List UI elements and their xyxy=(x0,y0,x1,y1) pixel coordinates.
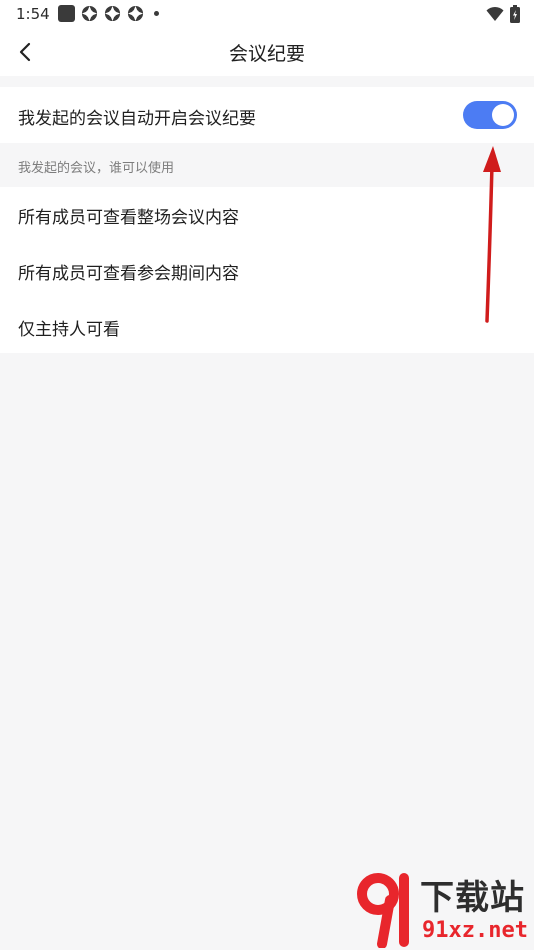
section-caption: 我发起的会议，谁可以使用 xyxy=(18,161,175,176)
ring-icon xyxy=(104,5,121,22)
permission-options-list: 所有成员可查看整场会议内容 所有成员可查看参会期间内容 仅主持人可看 xyxy=(0,187,534,353)
watermark: 下载站 91xz.net xyxy=(356,868,528,950)
dot-icon xyxy=(154,11,159,16)
battery-icon xyxy=(510,5,520,23)
option-label: 所有成员可查看参会期间内容 xyxy=(18,264,239,284)
wifi-icon xyxy=(486,6,504,21)
option-all-attendance-period[interactable]: 所有成员可查看参会期间内容 xyxy=(0,243,534,299)
auto-minutes-row: 我发起的会议自动开启会议纪要 xyxy=(0,87,534,143)
option-label: 仅主持人可看 xyxy=(18,320,120,340)
toggle-knob xyxy=(492,104,514,126)
watermark-title: 下载站 xyxy=(420,878,525,918)
auto-minutes-label: 我发起的会议自动开启会议纪要 xyxy=(18,109,256,129)
watermark-logo-icon xyxy=(357,873,409,948)
option-host-only[interactable]: 仅主持人可看 xyxy=(0,299,534,355)
ring-icon xyxy=(81,5,98,22)
status-time: 1:54 xyxy=(16,5,50,23)
app-square-icon xyxy=(58,5,75,22)
status-bar: 1:54 xyxy=(0,0,534,28)
status-system-icons xyxy=(486,5,520,23)
option-label: 所有成员可查看整场会议内容 xyxy=(18,208,239,228)
option-all-full-meeting[interactable]: 所有成员可查看整场会议内容 xyxy=(0,187,534,243)
status-notification-icons xyxy=(58,5,159,22)
watermark-site: 91xz.net xyxy=(422,918,528,943)
auto-minutes-toggle[interactable] xyxy=(463,101,517,129)
ring-icon xyxy=(127,5,144,22)
page-title: 会议纪要 xyxy=(228,43,305,65)
nav-bar: 会议纪要 xyxy=(0,28,534,76)
